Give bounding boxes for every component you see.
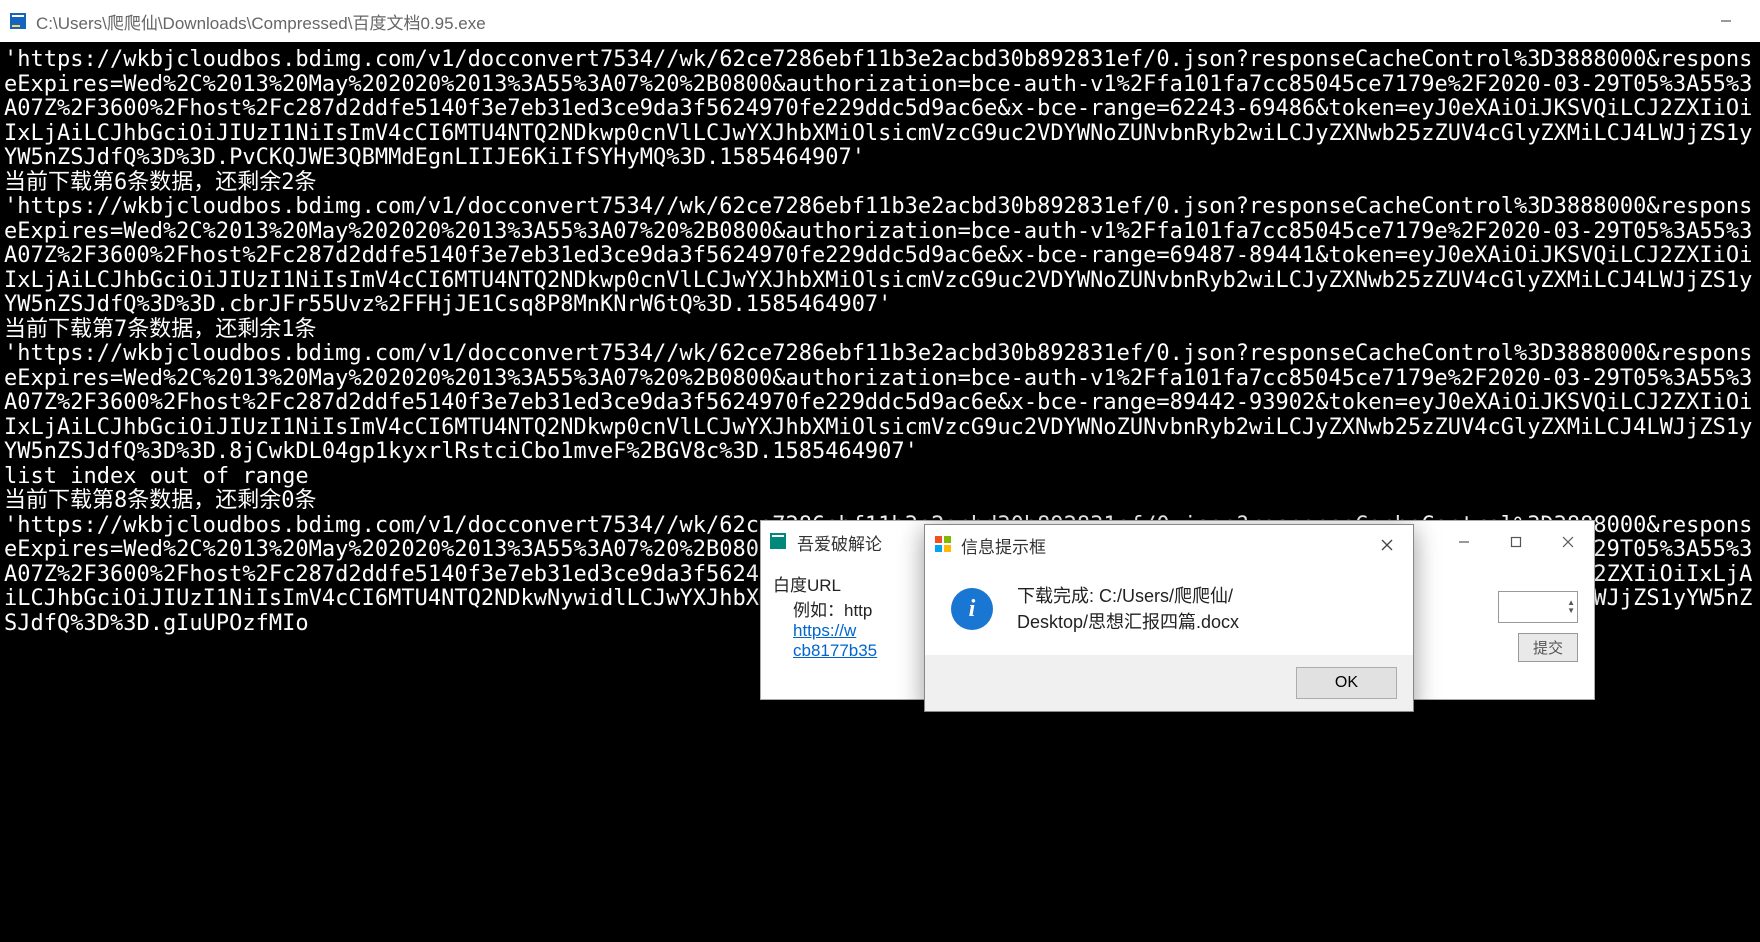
url-example-prefix: 例如：http xyxy=(793,601,872,620)
msgbox-titlebar[interactable]: 信息提示框 xyxy=(925,525,1413,565)
msgbox-app-icon xyxy=(935,536,953,554)
app-icon xyxy=(8,11,28,31)
minimize-button[interactable] xyxy=(1700,0,1752,42)
url-link-line1[interactable]: https://w xyxy=(793,621,856,640)
info-icon: i xyxy=(951,588,993,630)
ok-button[interactable]: OK xyxy=(1296,667,1397,699)
back-dialog-maximize-button[interactable] xyxy=(1490,521,1542,563)
msgbox-title: 信息提示框 xyxy=(961,533,1361,558)
window-title-path: C:\Users\爬爬仙\Downloads\Compressed\百度文档0.… xyxy=(36,9,1700,34)
spinner-arrows-icon[interactable]: ▲▼ xyxy=(1567,599,1575,615)
url-link-line2[interactable]: cb8177b35 xyxy=(793,641,877,660)
msgbox-message-line2: Desktop/思想汇报四篇.docx xyxy=(1017,609,1239,635)
msgbox-close-button[interactable] xyxy=(1361,525,1413,565)
message-box: 信息提示框 i 下载完成: C:/Users/爬爬仙/ Desktop/思想汇报… xyxy=(924,524,1414,712)
submit-button[interactable]: 提交 xyxy=(1518,633,1578,662)
back-dialog-minimize-button[interactable] xyxy=(1438,521,1490,563)
console-window-titlebar: C:\Users\爬爬仙\Downloads\Compressed\百度文档0.… xyxy=(0,0,1760,42)
msgbox-message-line1: 下载完成: C:/Users/爬爬仙/ xyxy=(1017,583,1239,609)
count-spinner[interactable]: ▲▼ xyxy=(1498,591,1578,623)
dialog-app-icon xyxy=(769,532,789,552)
msgbox-message: 下载完成: C:/Users/爬爬仙/ Desktop/思想汇报四篇.docx xyxy=(1017,583,1239,635)
back-dialog-close-button[interactable] xyxy=(1542,521,1594,563)
